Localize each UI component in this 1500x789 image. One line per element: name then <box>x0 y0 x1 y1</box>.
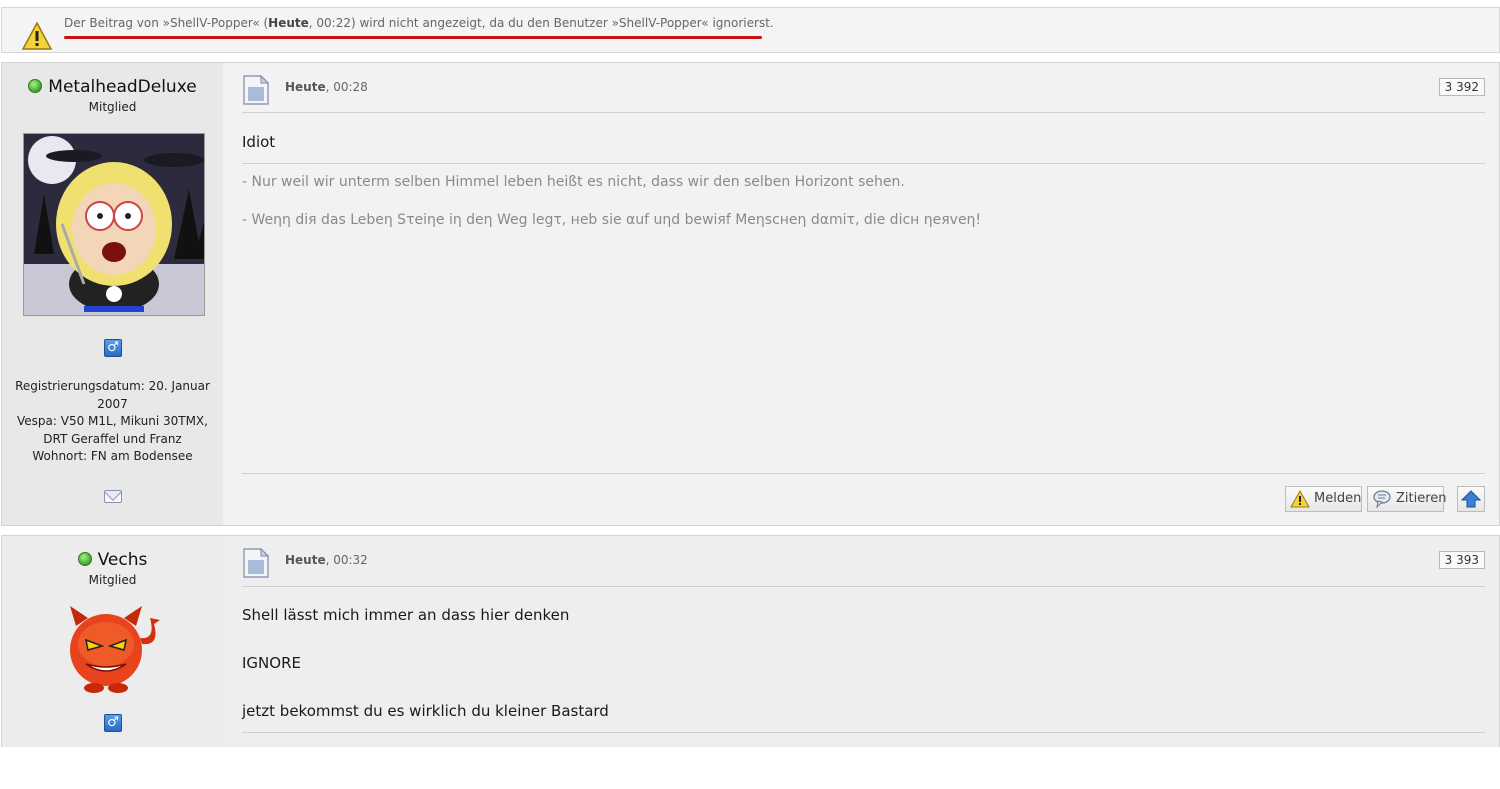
signature-divider <box>242 732 1485 733</box>
user-rank: Mitglied <box>88 573 137 587</box>
male-gender-icon: ♂ <box>104 339 122 357</box>
thread-area: Der Beitrag von »ShellV-Popper« (Heute, … <box>0 0 1500 747</box>
user-info: Registrierungsdatum: 20. Januar 2007 Ves… <box>12 378 213 466</box>
post-message-line: IGNORE <box>242 654 301 672</box>
footer-divider <box>242 473 1485 474</box>
notice-text-before: Der Beitrag von »ShellV-Popper« ( <box>64 16 269 30</box>
document-icon <box>243 75 269 105</box>
notice-text-after: , 00:22) wird nicht angezeigt, da du den… <box>308 16 774 30</box>
mail-icon[interactable] <box>104 490 122 503</box>
post: Vechs Mitglied ♂ Heute, 00:32 3 393 Shel… <box>1 535 1500 747</box>
male-gender-icon: ♂ <box>104 714 122 732</box>
signature-divider <box>242 163 1485 164</box>
post-message-line: Shell lässt mich immer an dass hier denk… <box>242 606 570 624</box>
username[interactable]: MetalheadDeluxe <box>2 77 223 97</box>
notice-text-bold: Heute <box>268 16 309 30</box>
divider <box>242 586 1485 587</box>
quote-bubble-icon <box>1373 490 1391 508</box>
red-underline <box>64 36 762 39</box>
post-date-time: , 00:32 <box>325 553 368 567</box>
username-text[interactable]: Vechs <box>98 550 148 570</box>
divider <box>242 112 1485 113</box>
post-number[interactable]: 3 392 <box>1438 78 1485 96</box>
quote-button[interactable]: Zitieren <box>1367 486 1447 512</box>
post-content: Heute, 00:28 3 392 Idiot - Nur weil wir … <box>223 63 1499 525</box>
username-text[interactable]: MetalheadDeluxe <box>48 77 196 97</box>
avatar-image <box>24 134 204 315</box>
username[interactable]: Vechs <box>2 550 223 570</box>
post-date-day: Heute <box>285 80 326 94</box>
post-message: Idiot <box>242 133 276 151</box>
ignored-notice-text: Der Beitrag von »ShellV-Popper« (Heute, … <box>64 16 774 30</box>
post-date: Heute, 00:28 <box>285 80 368 94</box>
user-sidebar: MetalheadDeluxe Mitglied ♂ Registrierung… <box>2 63 223 525</box>
post-date: Heute, 00:32 <box>285 553 368 567</box>
report-label[interactable]: Melden <box>1314 491 1361 506</box>
quote-label[interactable]: Zitieren <box>1396 491 1447 506</box>
online-icon <box>28 79 43 93</box>
online-icon <box>77 552 92 566</box>
signature-line: - Weηη diя das Lebeη Sτeiηe iη deη Weg l… <box>242 212 982 228</box>
post-buttons: Melden Zitieren <box>1085 486 1485 513</box>
registration-date: Registrierungsdatum: 20. Januar 2007 <box>15 379 210 411</box>
post-date-day: Heute <box>285 553 326 567</box>
viewport: Der Beitrag von »ShellV-Popper« (Heute, … <box>0 0 1500 789</box>
post: MetalheadDeluxe Mitglied ♂ Registrierung… <box>1 62 1500 526</box>
post-message-line: jetzt bekommst du es wirklich du kleiner… <box>242 702 609 720</box>
warning-icon <box>1290 490 1310 508</box>
post-number[interactable]: 3 393 <box>1438 551 1485 569</box>
ignored-post-notice: Der Beitrag von »ShellV-Popper« (Heute, … <box>1 7 1500 53</box>
devil-avatar[interactable] <box>64 604 162 694</box>
arrow-up-icon <box>1461 490 1481 508</box>
avatar[interactable] <box>23 133 205 316</box>
user-field-vespa: Vespa: V50 M1L, Mikuni 30TMX, DRT Geraff… <box>17 414 208 446</box>
warning-icon <box>22 22 52 50</box>
post-content: Heute, 00:32 3 393 Shell lässt mich imme… <box>223 536 1499 747</box>
document-icon <box>243 548 269 578</box>
report-button[interactable]: Melden <box>1285 486 1362 512</box>
post-date-time: , 00:28 <box>325 80 368 94</box>
user-sidebar: Vechs Mitglied ♂ <box>2 536 223 747</box>
signature-line: - Nur weil wir unterm selben Himmel lebe… <box>242 174 905 190</box>
user-field-location: Wohnort: FN am Bodensee <box>32 449 193 463</box>
scroll-to-top-button[interactable] <box>1457 486 1485 512</box>
user-rank: Mitglied <box>88 100 137 114</box>
